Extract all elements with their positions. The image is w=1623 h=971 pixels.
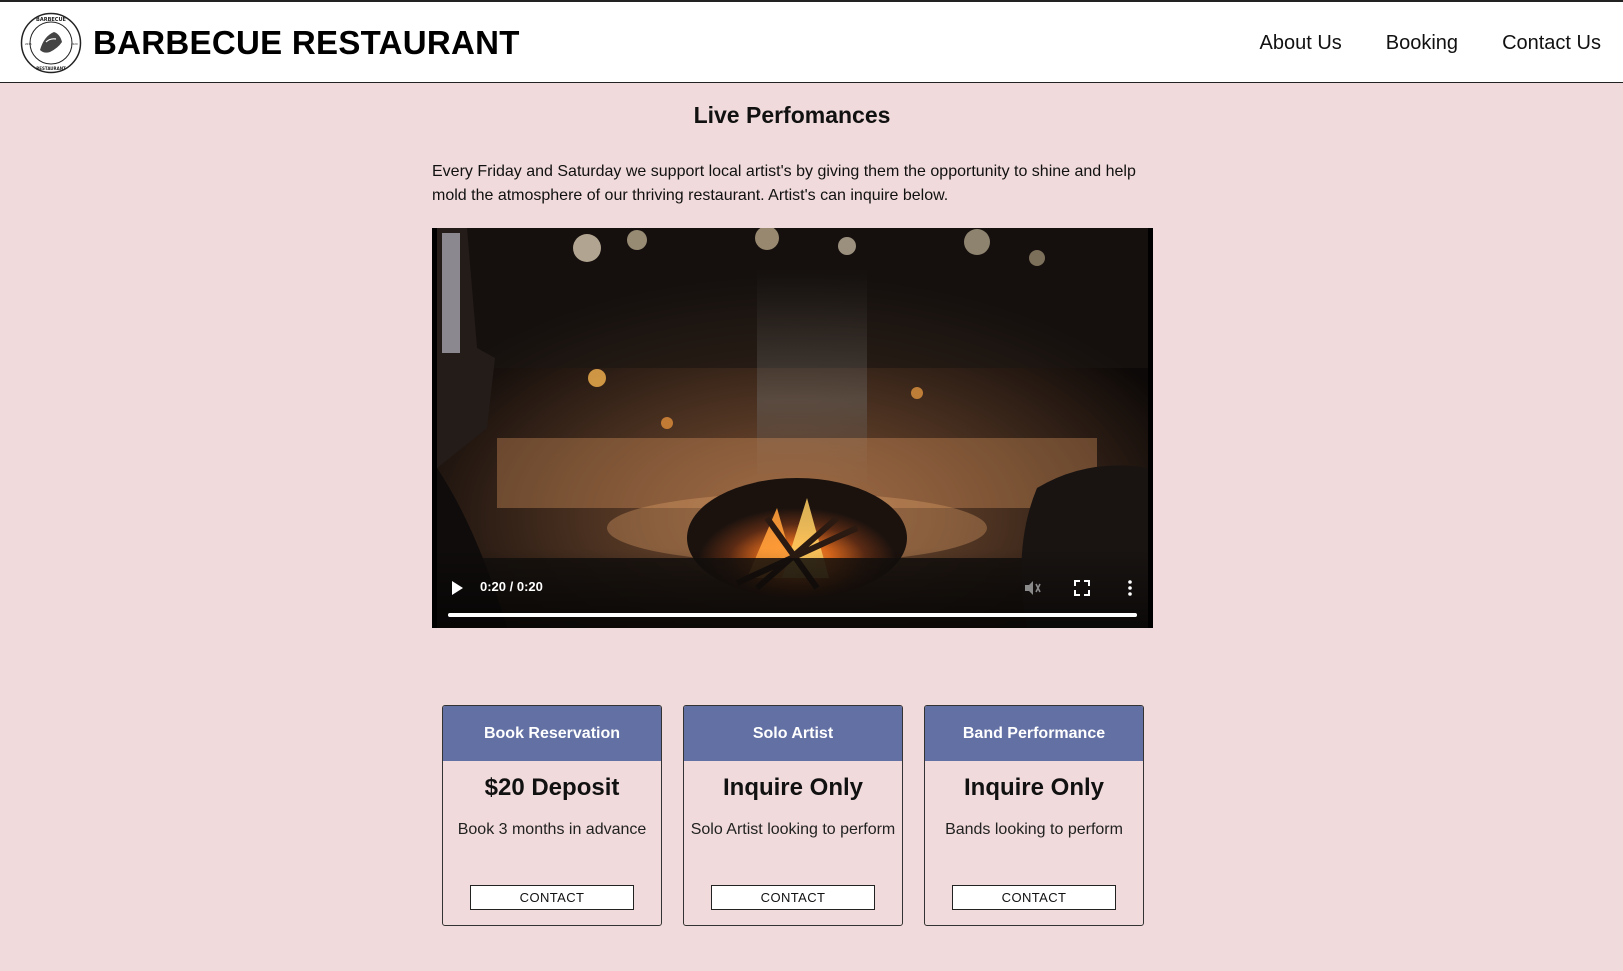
- section-title: Live Perfomances: [693, 102, 891, 128]
- card-price: Inquire Only: [722, 774, 863, 801]
- nav-about-us[interactable]: About Us: [1260, 32, 1342, 55]
- card-description: Book 3 months in advance: [457, 821, 647, 838]
- mute-icon[interactable]: [1022, 578, 1042, 598]
- contact-button[interactable]: CONTACT: [711, 885, 875, 910]
- card-price: $20 Deposit: [484, 774, 620, 801]
- play-icon[interactable]: [450, 580, 464, 596]
- video-player[interactable]: 0:20 / 0:20: [432, 228, 1153, 628]
- nav-booking[interactable]: Booking: [1386, 32, 1458, 55]
- svg-text:2020: 2020: [71, 42, 78, 46]
- pricing-cards: Book Reservation $20 Deposit Book 3 mont…: [442, 705, 1144, 926]
- video-progress-bar[interactable]: [448, 613, 1137, 617]
- site-header: BARBECUE RESTAURANT 2015 2020 BARBECUE R…: [0, 0, 1623, 83]
- card-title: Band Performance: [925, 706, 1143, 761]
- card-title: Book Reservation: [443, 706, 661, 761]
- card-description: Solo Artist looking to perform: [690, 821, 896, 838]
- video-time: 0:20 / 0:20: [480, 579, 543, 594]
- main-nav: About Us Booking Contact Us: [1260, 32, 1601, 55]
- card-book-reservation: Book Reservation $20 Deposit Book 3 mont…: [442, 705, 662, 926]
- video-controls: 0:20 / 0:20: [432, 548, 1153, 628]
- contact-button[interactable]: CONTACT: [470, 885, 634, 910]
- fullscreen-icon[interactable]: [1072, 578, 1092, 598]
- restaurant-logo-icon[interactable]: BARBECUE RESTAURANT 2015 2020: [20, 12, 82, 74]
- svg-text:BARBECUE: BARBECUE: [36, 17, 66, 23]
- brand-title: BARBECUE RESTAURANT: [93, 24, 520, 61]
- contact-button[interactable]: CONTACT: [952, 885, 1116, 910]
- card-description: Bands looking to perform: [945, 821, 1123, 838]
- card-title: Solo Artist: [684, 706, 902, 761]
- video-progress-fill: [448, 613, 1137, 617]
- more-vert-icon[interactable]: [1120, 578, 1140, 598]
- nav-contact-us[interactable]: Contact Us: [1502, 32, 1601, 55]
- card-price: Inquire Only: [963, 774, 1104, 801]
- card-band-performance: Band Performance Inquire Only Bands look…: [924, 705, 1144, 926]
- card-solo-artist: Solo Artist Inquire Only Solo Artist loo…: [683, 705, 903, 926]
- intro-text: Every Friday and Saturday we support loc…: [432, 163, 1136, 204]
- svg-text:2015: 2015: [25, 42, 32, 46]
- svg-text:RESTAURANT: RESTAURANT: [36, 66, 66, 71]
